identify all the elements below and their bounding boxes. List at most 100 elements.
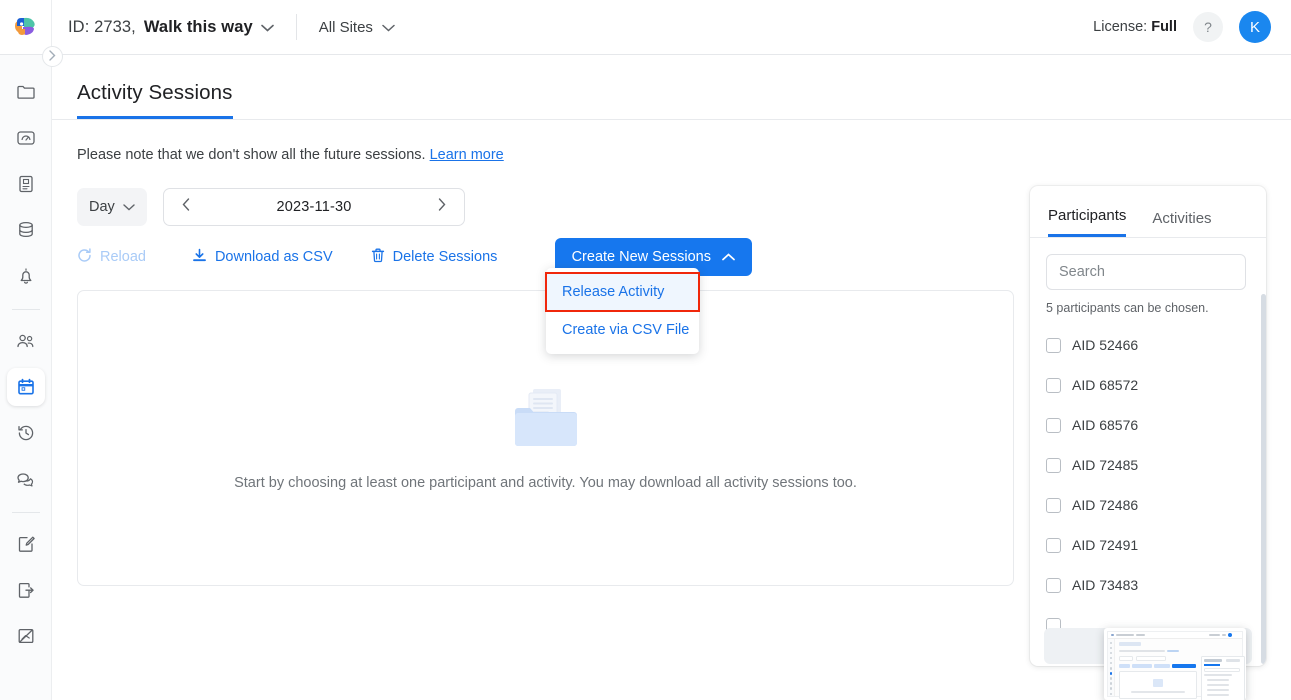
sidebar-item-edit-form[interactable] [7, 525, 45, 563]
period-select[interactable]: Day [77, 188, 147, 226]
participant-label: AID 52466 [1072, 337, 1138, 353]
participants-hint: 5 participants can be chosen. [1046, 301, 1250, 315]
top-header: ID: 2733, Walk this way All Sites Licens… [0, 0, 1291, 55]
create-sessions-dropdown: Release Activity Create via CSV File [546, 268, 699, 354]
thumbnail-sidebar [1108, 639, 1115, 696]
app-logo[interactable] [0, 0, 52, 55]
current-date-value: 2023-11-30 [276, 199, 351, 215]
list-item[interactable]: AID 68576 [1046, 405, 1250, 445]
tab-participants[interactable]: Participants [1048, 207, 1126, 237]
folder-icon [16, 82, 36, 102]
list-item[interactable]: AID 73483 [1046, 565, 1250, 605]
sidebar-item-folder[interactable] [7, 73, 45, 111]
menu-item-create-via-csv[interactable]: Create via CSV File [546, 311, 699, 349]
refresh-icon [77, 248, 92, 267]
participant-checkbox[interactable] [1046, 498, 1061, 513]
chevron-right-icon [49, 50, 56, 63]
gauge-icon [16, 128, 36, 148]
site-selector[interactable]: ID: 2733, Walk this way [68, 18, 274, 37]
menu-item-release-activity[interactable]: Release Activity [546, 273, 699, 311]
tab-activities[interactable]: Activities [1152, 210, 1211, 237]
header-right-cluster: License: Full ? K [1093, 11, 1271, 43]
chevron-right-icon[interactable] [434, 198, 450, 216]
participant-checkbox[interactable] [1046, 458, 1061, 473]
document-export-icon [16, 580, 36, 600]
participant-checkbox[interactable] [1046, 418, 1061, 433]
selection-panel-tabs: Participants Activities [1030, 186, 1266, 238]
participant-label: AID 68576 [1072, 417, 1138, 433]
participants-list: AID 52466 AID 68572 AID 68576 AID 72485 … [1046, 325, 1250, 645]
list-item[interactable]: AID 68572 [1046, 365, 1250, 405]
license-status: License: Full [1093, 19, 1177, 35]
header-id-label: ID: 2733, [68, 18, 136, 37]
participant-label: AID 72486 [1072, 497, 1138, 513]
delete-sessions-button[interactable]: Delete Sessions [371, 242, 498, 273]
participant-checkbox[interactable] [1046, 578, 1061, 593]
sidebar-item-history[interactable] [7, 414, 45, 452]
sidebar-item-dashboard[interactable] [7, 119, 45, 157]
sidebar-item-participants[interactable] [7, 322, 45, 360]
chevron-left-icon[interactable] [178, 198, 194, 216]
thumbnail-inner [1107, 631, 1243, 697]
learn-more-link[interactable]: Learn more [430, 147, 504, 163]
tab-activity-sessions[interactable]: Activity Sessions [77, 81, 233, 119]
sidebar-item-activity-sessions[interactable] [7, 368, 45, 406]
list-item[interactable]: AID 52466 [1046, 325, 1250, 365]
sidebar-collapse-button[interactable] [42, 46, 63, 67]
header-site-name: Walk this way [144, 18, 253, 37]
download-icon [192, 248, 207, 267]
thumbnail-body [1117, 641, 1240, 694]
reload-label: Reload [100, 249, 146, 265]
download-csv-button[interactable]: Download as CSV [192, 242, 333, 273]
all-sites-label: All Sites [319, 19, 373, 36]
sidebar-divider [12, 309, 40, 310]
reload-button[interactable]: Reload [77, 242, 146, 273]
document-icon [16, 174, 36, 194]
all-sites-selector[interactable]: All Sites [319, 19, 395, 36]
header-divider [296, 14, 297, 40]
participant-label: AID 72485 [1072, 457, 1138, 473]
selection-panel: Participants Activities 5 participants c… [1030, 186, 1266, 666]
thumbnail-header [1108, 632, 1242, 639]
page-note-text: Please note that we don't show all the f… [77, 147, 426, 163]
download-csv-label: Download as CSV [215, 249, 333, 265]
sidebar-item-export[interactable] [7, 571, 45, 609]
bell-icon [16, 266, 36, 286]
search-input[interactable] [1046, 254, 1246, 290]
page-preview-thumbnail[interactable] [1104, 628, 1246, 700]
left-sidebar [0, 55, 52, 700]
users-icon [15, 331, 36, 352]
date-navigator: 2023-11-30 [163, 188, 465, 226]
period-label: Day [89, 199, 115, 215]
participant-checkbox[interactable] [1046, 338, 1061, 353]
license-label: License: [1093, 19, 1147, 35]
sidebar-item-notifications[interactable] [7, 257, 45, 295]
chevron-down-icon [382, 19, 395, 36]
delete-sessions-label: Delete Sessions [393, 249, 498, 265]
participants-scrollbar[interactable] [1261, 294, 1266, 664]
sidebar-item-data[interactable] [7, 211, 45, 249]
participant-label: AID 73483 [1072, 577, 1138, 593]
empty-state-text: Start by choosing at least one participa… [234, 475, 857, 491]
page-note: Please note that we don't show all the f… [77, 147, 1291, 163]
list-item[interactable]: AID 72485 [1046, 445, 1250, 485]
crossed-chart-icon [16, 626, 36, 646]
participant-checkbox[interactable] [1046, 538, 1061, 553]
selection-panel-body: 5 participants can be chosen. AID 52466 … [1030, 238, 1266, 645]
participant-label: AID 72491 [1072, 537, 1138, 553]
participant-label: AID 68572 [1072, 377, 1138, 393]
participant-checkbox[interactable] [1046, 378, 1061, 393]
chevron-down-icon [261, 18, 274, 37]
create-new-sessions-label: Create New Sessions [572, 249, 711, 265]
history-clock-icon [16, 423, 36, 443]
sidebar-item-messages[interactable] [7, 460, 45, 498]
list-item[interactable]: AID 72491 [1046, 525, 1250, 565]
list-item[interactable]: AID 72486 [1046, 485, 1250, 525]
help-button[interactable]: ? [1193, 12, 1223, 42]
avatar[interactable]: K [1239, 11, 1271, 43]
chat-bubbles-icon [15, 469, 36, 490]
sidebar-item-reports[interactable] [7, 165, 45, 203]
folder-with-documents-icon [509, 385, 583, 453]
sidebar-item-analytics[interactable] [7, 617, 45, 655]
trash-icon [371, 248, 385, 267]
